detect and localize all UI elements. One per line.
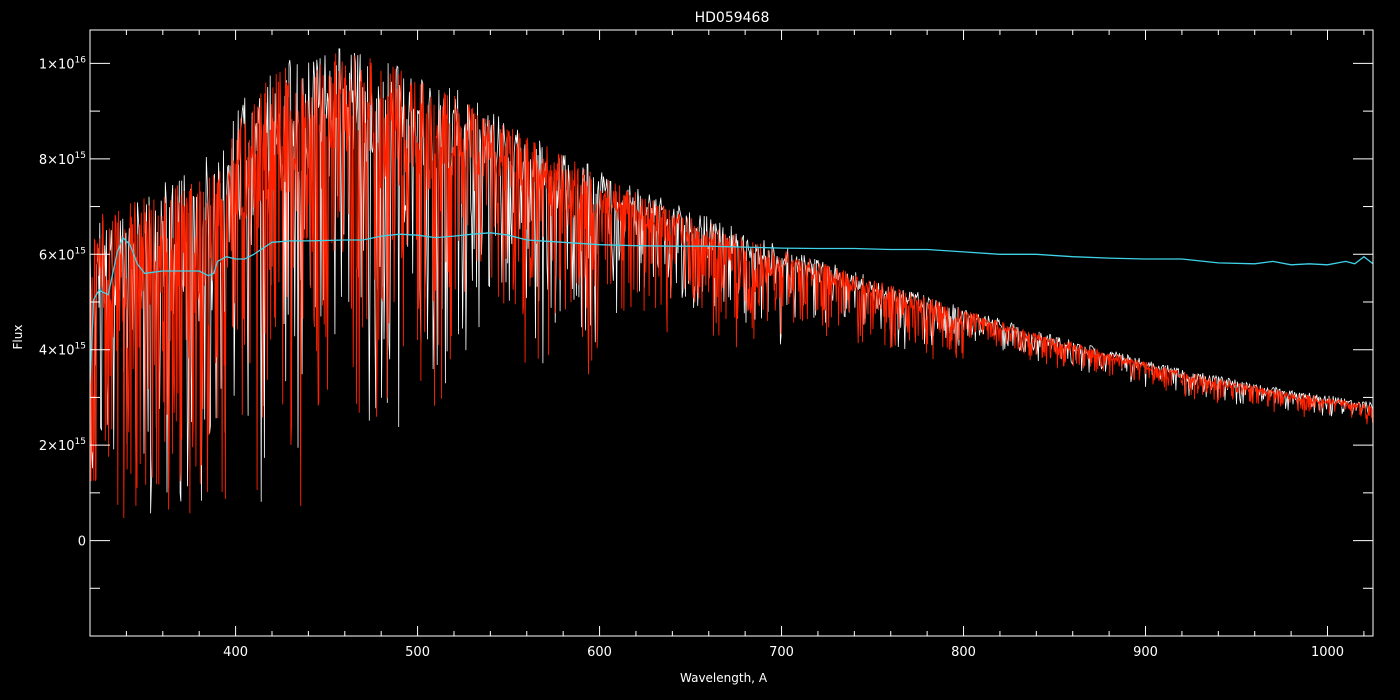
x-tick-label: 700	[769, 645, 794, 660]
x-axis-label: Wavelength, A	[680, 671, 768, 685]
x-tick-label: 500	[405, 645, 430, 660]
x-tick-label: 800	[951, 645, 976, 660]
x-tick-label: 900	[1133, 645, 1158, 660]
chart-background	[0, 0, 1400, 700]
x-tick-label: 1000	[1311, 645, 1344, 660]
x-tick-label: 400	[223, 645, 248, 660]
spectrum-chart: HD059468 Wavelength, A Flux 400 500 600 700…	[0, 0, 1400, 700]
y-axis-label: Flux	[11, 325, 25, 350]
y-tick-label: 0	[78, 535, 86, 550]
x-tick-label: 600	[587, 645, 612, 660]
chart-title: HD059468	[695, 10, 770, 26]
